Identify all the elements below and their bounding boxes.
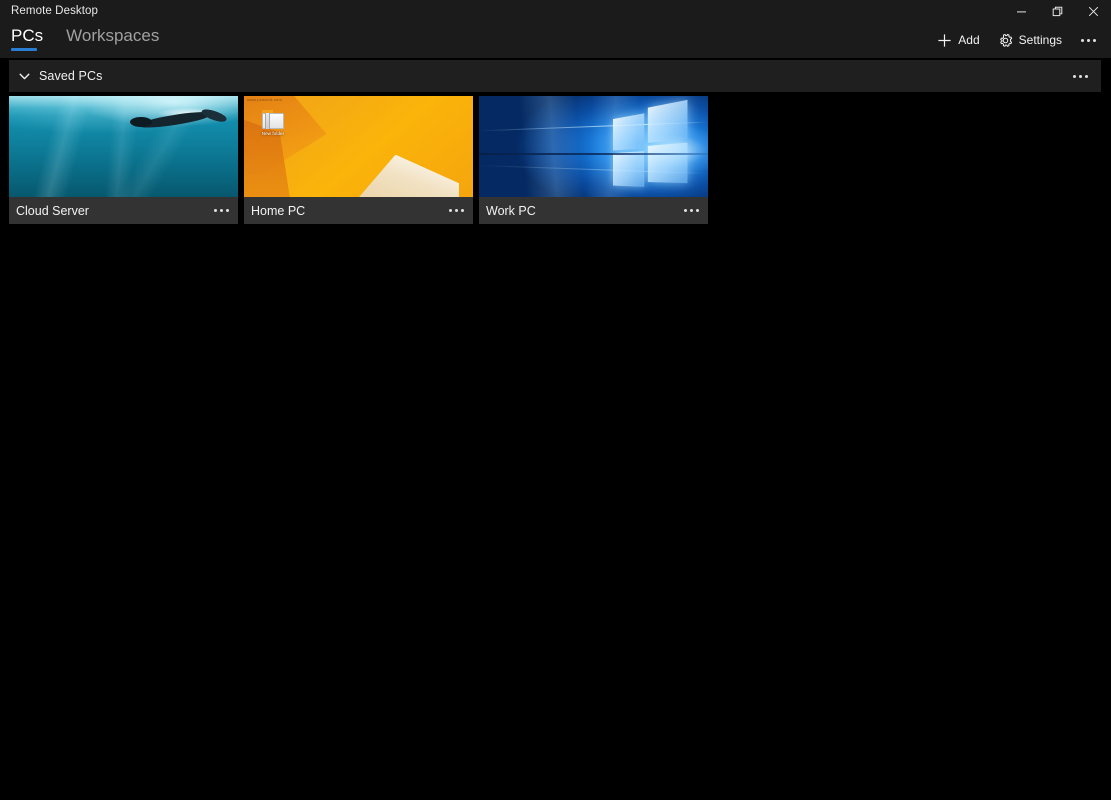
restore-button[interactable] [1039,0,1075,22]
restore-icon [1052,6,1063,17]
window-title: Remote Desktop [11,5,99,17]
pc-tile-footer: Cloud Server [9,197,238,224]
window-controls [1003,0,1111,22]
close-icon [1088,6,1099,17]
group-title: Saved PCs [39,69,103,83]
windows-hero-wallpaper-image [479,96,708,197]
tab-pcs-selection-indicator [11,48,37,51]
add-button-label: Add [958,33,980,47]
ellipsis-icon [683,209,699,212]
pc-tile-name: Cloud Server [16,203,89,218]
desktop-folder-label: New folder [261,131,285,136]
tab-pcs[interactable]: PCs [9,22,52,58]
tab-workspaces-label: Workspaces [66,26,160,45]
group-header-saved-pcs[interactable]: Saved PCs [9,60,1101,92]
group-more-button[interactable] [1063,60,1097,92]
pc-tile-more-button[interactable] [676,197,706,224]
tab-pcs-label: PCs [11,26,44,45]
minimize-button[interactable] [1003,0,1039,22]
underwater-diver-image [9,96,238,197]
pc-tile-cloud-server[interactable]: Cloud Server [9,96,238,224]
settings-button-label: Settings [1018,33,1062,47]
command-bar-actions: Add Settings [928,22,1105,58]
pc-tile-more-button[interactable] [206,197,236,224]
settings-button[interactable]: Settings [989,26,1071,54]
remote-desktop-window: Remote Desktop PCs Workspaces Add Settin… [0,0,1111,800]
title-bar: Remote Desktop [0,0,1111,22]
pc-tile-work-pc[interactable]: Work PC [479,96,708,224]
command-bar-more-button[interactable] [1071,26,1105,54]
pc-tile-footer: Work PC [479,197,708,224]
cream-wedge-front [355,154,460,197]
gear-icon [998,33,1013,48]
thumbnail-watermark: www.pcworld.com [247,97,283,102]
folder-icon [262,110,284,129]
desktop-folder-icon-group: New folder [254,110,292,136]
ellipsis-icon [1080,38,1096,42]
main-content: Saved PCs Cloud Server www.pcworld.com N… [0,58,1111,800]
chevron-down-icon[interactable] [9,70,39,83]
pc-thumbnail-home-pc: www.pcworld.com New folder [244,96,473,197]
pc-tile-more-button[interactable] [441,197,471,224]
orange-desktop-image: www.pcworld.com New folder [244,96,473,197]
pc-tile-name: Work PC [486,203,536,218]
pc-thumbnail-cloud-server [9,96,238,197]
diver-figure [128,106,229,136]
plus-icon [937,33,952,48]
pc-thumbnail-work-pc [479,96,708,197]
wallpaper-dark-streak [479,152,708,155]
tab-strip: PCs Workspaces [0,22,180,58]
ellipsis-icon [448,209,464,212]
tab-workspaces[interactable]: Workspaces [64,22,168,58]
ellipsis-icon [1072,74,1088,78]
pc-tile-name: Home PC [251,203,306,218]
ellipsis-icon [213,209,229,212]
pc-tile-footer: Home PC [244,197,473,224]
windows-logo [612,99,688,187]
minimize-icon [1016,6,1027,17]
pc-tile-grid: Cloud Server www.pcworld.com New folder … [9,96,708,224]
add-button[interactable]: Add [928,26,988,54]
pc-tile-home-pc[interactable]: www.pcworld.com New folder Home PC [244,96,473,224]
close-button[interactable] [1075,0,1111,22]
command-bar: PCs Workspaces Add Settings [0,22,1111,58]
